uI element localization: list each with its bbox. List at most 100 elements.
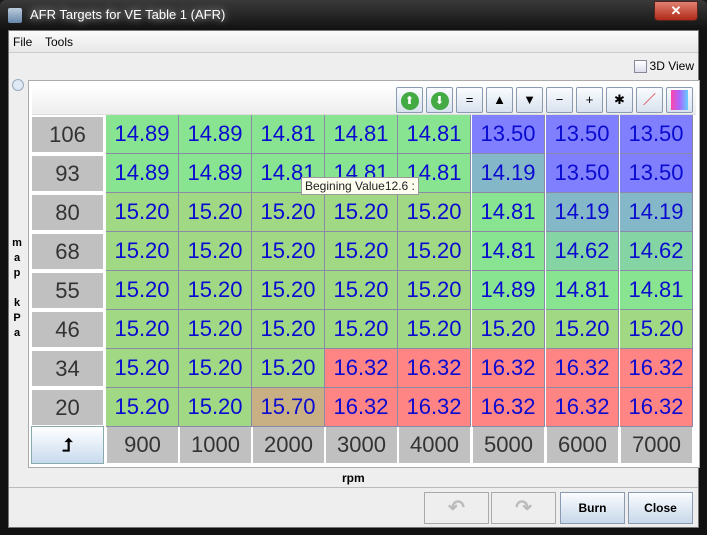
table-cell[interactable]: 15.20 <box>106 388 179 427</box>
table-cell[interactable]: 13.50 <box>620 154 693 193</box>
x-axis-value[interactable]: 3000 <box>325 427 397 463</box>
table-cell[interactable]: 14.89 <box>179 154 252 193</box>
table-cell[interactable]: 14.81 <box>472 232 545 271</box>
burn-button[interactable]: Burn <box>560 492 625 524</box>
redo-button[interactable]: ↷ <box>491 492 556 524</box>
table-cell[interactable]: 15.20 <box>106 193 179 232</box>
table-cell[interactable]: 15.20 <box>179 232 252 271</box>
table-cell[interactable]: 16.32 <box>620 388 693 427</box>
table-cell[interactable]: 16.32 <box>398 349 471 388</box>
table-cell[interactable]: 15.20 <box>179 349 252 388</box>
table-cell[interactable]: 14.19 <box>546 193 619 232</box>
table-cell[interactable]: 14.62 <box>620 232 693 271</box>
y-axis-value[interactable]: 46 <box>31 311 104 348</box>
menu-file[interactable]: File <box>13 35 32 49</box>
table-cell[interactable]: 15.20 <box>398 193 471 232</box>
table-cell[interactable]: 13.50 <box>546 115 619 154</box>
table-cell[interactable]: 15.20 <box>472 310 545 349</box>
table-cell[interactable]: 13.50 <box>546 154 619 193</box>
y-axis-label: map kPa <box>12 237 22 339</box>
table-cell[interactable]: 14.81 <box>325 115 398 154</box>
table-cell[interactable]: 16.32 <box>472 349 545 388</box>
increase-green-button[interactable]: ⬆ <box>396 87 423 113</box>
table-cell[interactable]: 14.89 <box>106 154 179 193</box>
tooltip: Begining Value12.6 : <box>301 177 419 195</box>
table-cell[interactable]: 14.19 <box>472 154 545 193</box>
set-equal-button[interactable]: = <box>456 87 483 113</box>
table-cell[interactable]: 14.19 <box>620 193 693 232</box>
table-cell[interactable]: 16.32 <box>325 388 398 427</box>
color-gradient-button[interactable] <box>666 87 693 113</box>
table-cell[interactable]: 14.81 <box>620 271 693 310</box>
table-cell[interactable]: 15.20 <box>106 271 179 310</box>
table-cell[interactable]: 14.89 <box>472 271 545 310</box>
pen-button[interactable]: ／ <box>636 87 663 113</box>
table-cell[interactable]: 15.20 <box>179 388 252 427</box>
3d-view-checkbox[interactable]: 3D View <box>633 59 694 73</box>
table-cell[interactable]: 13.50 <box>472 115 545 154</box>
table-cell[interactable]: 15.20 <box>252 232 325 271</box>
table-cell[interactable]: 14.81 <box>472 193 545 232</box>
x-axis-value[interactable]: 5000 <box>472 427 544 463</box>
table-cell[interactable]: 15.20 <box>398 310 471 349</box>
checkbox-icon[interactable] <box>633 59 647 73</box>
table-cell[interactable]: 15.20 <box>106 310 179 349</box>
table-cell[interactable]: 14.89 <box>179 115 252 154</box>
table-cell[interactable]: 15.20 <box>252 193 325 232</box>
table-cell[interactable]: 13.50 <box>620 115 693 154</box>
y-axis-value[interactable]: 93 <box>31 155 104 192</box>
table-cell[interactable]: 15.20 <box>179 310 252 349</box>
minus-button[interactable]: − <box>546 87 573 113</box>
x-axis-value[interactable]: 4000 <box>398 427 470 463</box>
table-cell[interactable]: 15.20 <box>398 232 471 271</box>
x-axis-value[interactable]: 1000 <box>179 427 251 463</box>
table-cell[interactable]: 15.70 <box>252 388 325 427</box>
shift-down-button[interactable]: ▼ <box>516 87 543 113</box>
y-axis-value[interactable]: 20 <box>31 389 104 426</box>
table-cell[interactable]: 16.32 <box>325 349 398 388</box>
table-cell[interactable]: 15.20 <box>325 310 398 349</box>
x-axis-value[interactable]: 2000 <box>252 427 324 463</box>
shift-down-icon: ▼ <box>523 92 536 107</box>
y-axis-value[interactable]: 55 <box>31 272 104 309</box>
decrease-green-button[interactable]: ⬇ <box>426 87 453 113</box>
close-button[interactable]: Close <box>628 492 693 524</box>
plus-button[interactable]: + <box>576 87 603 113</box>
table-cell[interactable]: 15.20 <box>106 232 179 271</box>
table-cell[interactable]: 14.89 <box>106 115 179 154</box>
table-cell[interactable]: 15.20 <box>325 271 398 310</box>
window-close-button[interactable]: ✕ <box>654 1 698 21</box>
table-cell[interactable]: 15.20 <box>179 193 252 232</box>
y-axis-value[interactable]: 34 <box>31 350 104 387</box>
table-cell[interactable]: 14.81 <box>546 271 619 310</box>
table-cell[interactable]: 16.32 <box>620 349 693 388</box>
table-cell[interactable]: 15.20 <box>398 271 471 310</box>
table-cell[interactable]: 16.32 <box>398 388 471 427</box>
table-cell[interactable]: 14.81 <box>398 115 471 154</box>
y-axis-value[interactable]: 80 <box>31 194 104 231</box>
shift-up-button[interactable]: ▲ <box>486 87 513 113</box>
undo-button[interactable]: ↶ <box>424 492 489 524</box>
y-axis-value[interactable]: 68 <box>31 233 104 270</box>
multiply-button[interactable]: ✱ <box>606 87 633 113</box>
table-cell[interactable]: 15.20 <box>106 349 179 388</box>
table-cell[interactable]: 15.20 <box>179 271 252 310</box>
table-cell[interactable]: 14.81 <box>252 115 325 154</box>
x-axis-value[interactable]: 7000 <box>620 427 692 463</box>
table-cell[interactable]: 15.20 <box>252 271 325 310</box>
table-cell[interactable]: 15.20 <box>325 193 398 232</box>
table-cell[interactable]: 15.20 <box>325 232 398 271</box>
table-cell[interactable]: 16.32 <box>472 388 545 427</box>
table-cell[interactable]: 16.32 <box>546 349 619 388</box>
swap-axes-button[interactable]: ⮥ <box>31 426 104 464</box>
x-axis-value[interactable]: 900 <box>106 427 178 463</box>
table-cell[interactable]: 14.62 <box>546 232 619 271</box>
menu-tools[interactable]: Tools <box>45 35 73 49</box>
table-cell[interactable]: 15.20 <box>252 349 325 388</box>
y-axis-value[interactable]: 106 <box>31 116 104 153</box>
x-axis-value[interactable]: 6000 <box>546 427 618 463</box>
table-cell[interactable]: 15.20 <box>620 310 693 349</box>
table-cell[interactable]: 15.20 <box>252 310 325 349</box>
table-cell[interactable]: 16.32 <box>546 388 619 427</box>
table-cell[interactable]: 15.20 <box>546 310 619 349</box>
